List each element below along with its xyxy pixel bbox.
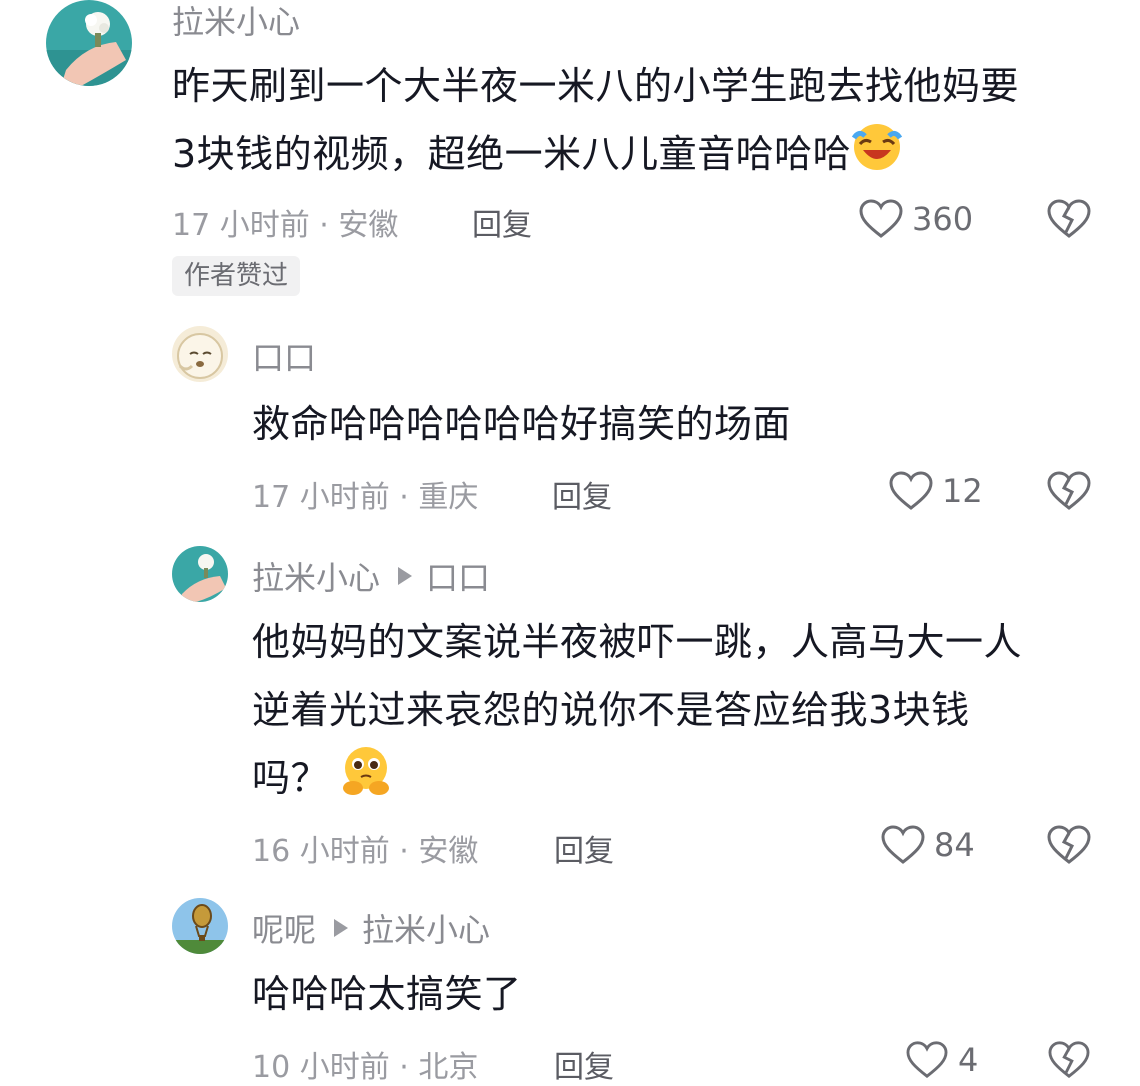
reply-to-name[interactable]: 拉米小心: [362, 905, 490, 951]
reply-button[interactable]: 回复: [554, 826, 614, 870]
comment-text-line: 昨天刷到一个大半夜一米八的小学生跑去找他妈要: [172, 64, 1020, 108]
reply-to-name[interactable]: 口口: [426, 553, 490, 599]
comment-author[interactable]: 呢呢 拉米小心: [252, 905, 490, 951]
author-name[interactable]: 口口: [252, 333, 316, 379]
like-button[interactable]: 4: [904, 1040, 978, 1080]
comment-text-span: 吗？: [252, 756, 330, 800]
reply-button[interactable]: 回复: [552, 472, 612, 516]
dislike-button[interactable]: [1046, 470, 1092, 516]
comment-text-line: 逆着光过来哀怨的说你不是答应给我3块钱: [252, 688, 970, 732]
author-name[interactable]: 呢呢: [252, 905, 316, 951]
comment-author[interactable]: 口口: [252, 333, 316, 379]
comment-meta: 10 小时前 · 北京: [252, 1050, 479, 1085]
author-name[interactable]: 拉米小心: [172, 0, 300, 43]
heart-icon[interactable]: [904, 1040, 950, 1080]
like-button[interactable]: 84: [880, 824, 975, 866]
pleading-face-icon: [339, 744, 395, 817]
comment-text: 他妈妈的文案说半夜被吓一跳，人高马大一人 逆着光过来哀怨的说你不是答应给我3块钱…: [252, 608, 1112, 817]
dislike-button[interactable]: [1046, 1040, 1092, 1084]
broken-heart-icon[interactable]: [1046, 1040, 1092, 1080]
laughing-face-icon: [851, 120, 903, 193]
dislike-button[interactable]: [1046, 198, 1092, 244]
author-name[interactable]: 拉米小心: [252, 553, 380, 599]
avatar[interactable]: [172, 546, 228, 602]
heart-icon[interactable]: [888, 470, 934, 512]
dislike-button[interactable]: [1046, 824, 1092, 870]
reply-arrow-icon: [398, 567, 413, 585]
avatar[interactable]: [172, 898, 228, 954]
comment-author[interactable]: 拉米小心 口口: [252, 553, 490, 599]
like-count: 84: [934, 826, 975, 864]
comment-text-span: 3块钱的视频，超绝一米八儿童音哈哈哈: [172, 132, 852, 176]
avatar[interactable]: [46, 0, 132, 86]
reply-button[interactable]: 回复: [554, 1042, 614, 1086]
like-count: 360: [912, 200, 974, 238]
reply-button[interactable]: 回复: [472, 200, 532, 244]
comment-text-line: 吗？: [252, 744, 1112, 817]
broken-heart-icon[interactable]: [1046, 824, 1092, 866]
comment-text: 昨天刷到一个大半夜一米八的小学生跑去找他妈要 3块钱的视频，超绝一米八儿童音哈哈…: [172, 52, 1112, 193]
comment-meta: 17 小时前 · 安徽: [172, 208, 399, 243]
comment-text: 哈哈哈太搞笑了: [252, 972, 522, 1016]
like-count: 12: [942, 472, 983, 510]
heart-icon[interactable]: [880, 824, 926, 866]
broken-heart-icon[interactable]: [1046, 198, 1092, 240]
comment-meta: 17 小时前 · 重庆: [252, 480, 479, 515]
author-liked-badge: 作者赞过: [172, 256, 301, 296]
broken-heart-icon[interactable]: [1046, 470, 1092, 512]
comment-meta: 16 小时前 · 安徽: [252, 834, 479, 869]
comment-text-line: 他妈妈的文案说半夜被吓一跳，人高马大一人: [252, 620, 1023, 664]
like-button[interactable]: 360: [858, 198, 973, 240]
avatar[interactable]: [172, 326, 228, 382]
comment-author[interactable]: 拉米小心: [172, 0, 300, 43]
comment-text: 救命哈哈哈哈哈哈好搞笑的场面: [252, 402, 792, 446]
comment-text-line: 3块钱的视频，超绝一米八儿童音哈哈哈: [172, 120, 1112, 193]
like-count: 4: [958, 1041, 979, 1079]
heart-icon[interactable]: [858, 198, 904, 240]
reply-arrow-icon: [334, 919, 349, 937]
like-button[interactable]: 12: [888, 470, 983, 512]
